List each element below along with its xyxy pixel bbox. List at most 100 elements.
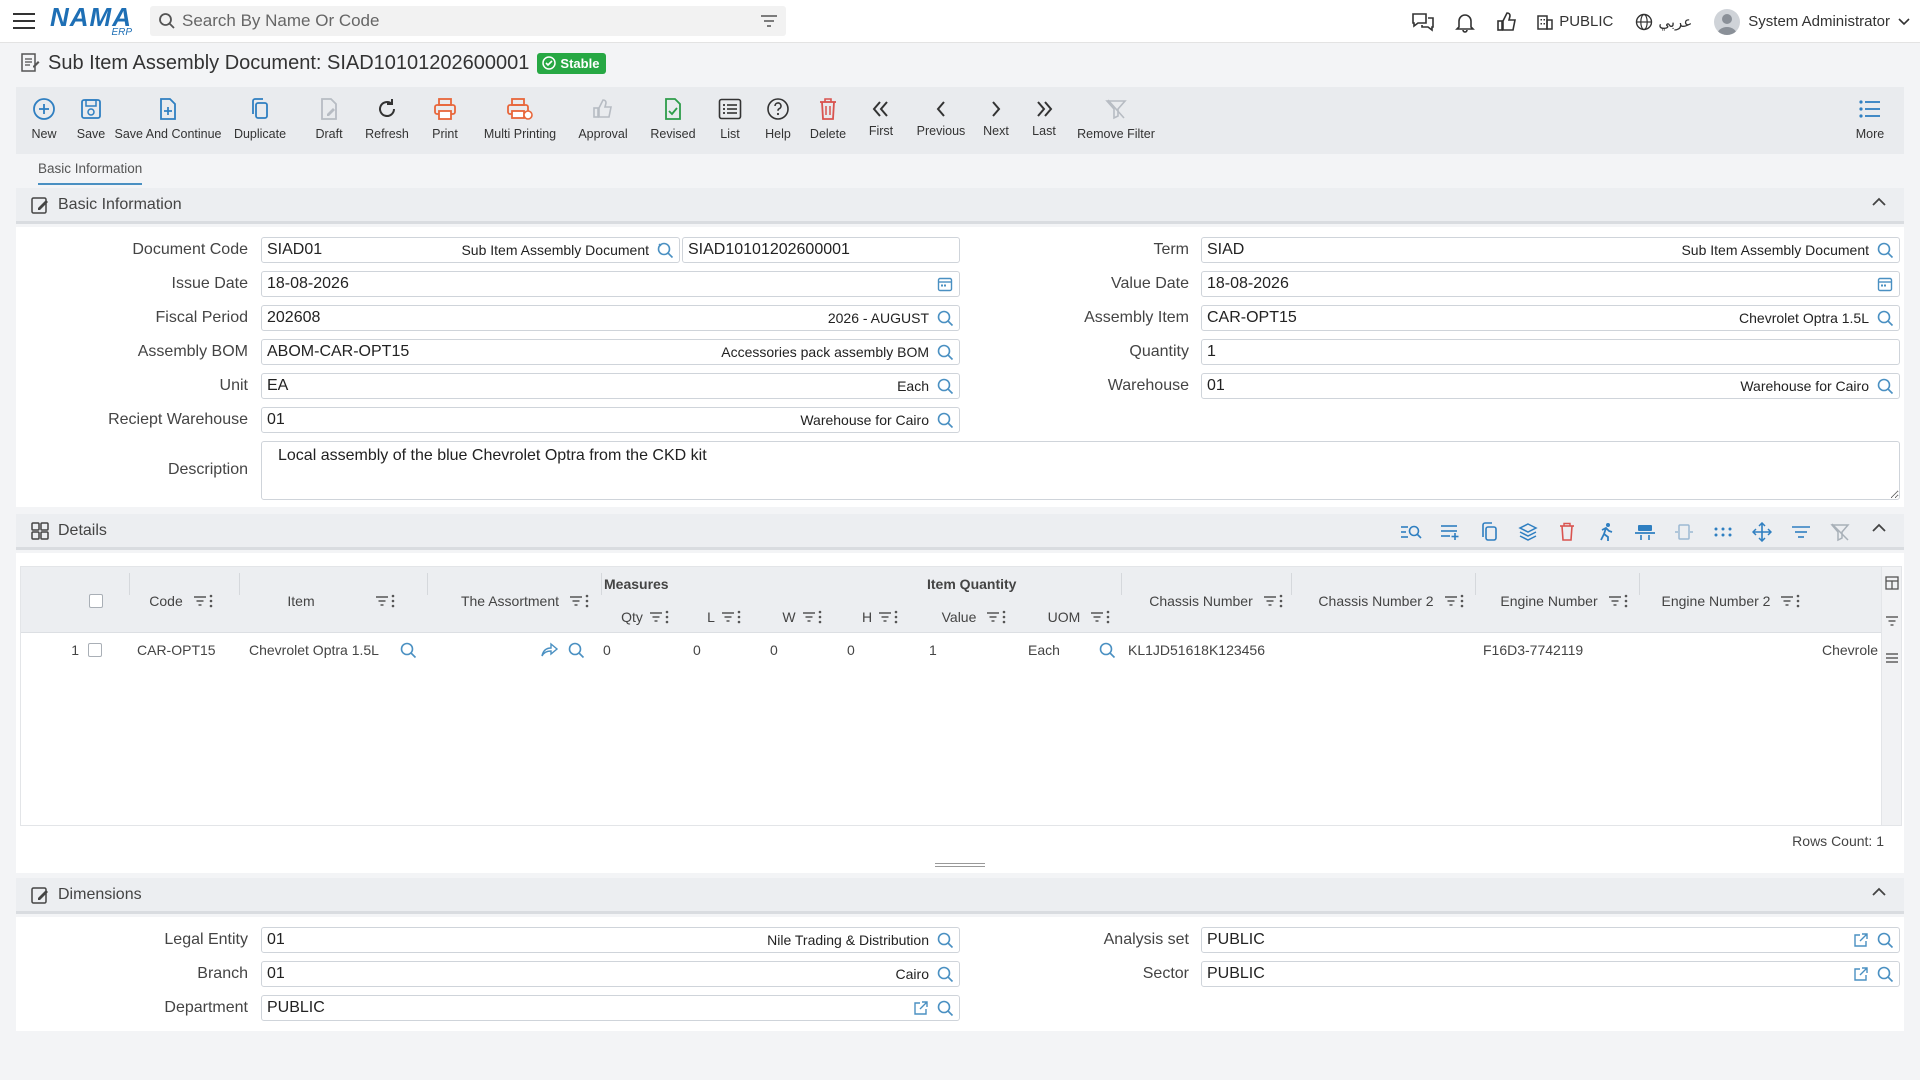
cell-engine-number-2[interactable] [1651, 634, 1811, 665]
calendar-icon[interactable] [1875, 274, 1895, 294]
remove-filter-button[interactable]: Remove Filter [1070, 87, 1162, 154]
thumbs-up-icon[interactable] [1494, 9, 1520, 35]
lookup-search-icon[interactable] [935, 376, 955, 396]
user-menu[interactable]: System Administrator [1714, 8, 1910, 35]
calendar-icon[interactable] [935, 274, 955, 294]
lookup-search-icon[interactable] [935, 964, 955, 984]
column-header-h[interactable]: H [841, 600, 919, 633]
resize-handle[interactable] [935, 861, 985, 869]
lookup-search-icon[interactable] [399, 641, 417, 659]
receipt-warehouse-field[interactable]: 01 Warehouse for Cairo [261, 407, 960, 433]
lookup-search-icon[interactable] [1875, 240, 1895, 260]
lookup-search-icon[interactable] [567, 641, 585, 659]
add-row-icon[interactable] [1438, 520, 1462, 544]
basic-information-header[interactable]: Basic Information [16, 188, 1904, 224]
select-all-checkbox[interactable] [81, 584, 111, 617]
column-header-value[interactable]: Value [919, 600, 1029, 633]
external-link-icon[interactable] [1851, 930, 1871, 950]
cell-assortment[interactable] [541, 634, 611, 665]
lookup-search-icon[interactable] [1875, 930, 1895, 950]
search-input[interactable] [176, 11, 760, 31]
multi-printing-button[interactable]: Multi Printing [474, 87, 566, 154]
refresh-button[interactable]: Refresh [358, 87, 416, 154]
bell-icon[interactable] [1452, 9, 1478, 35]
cell-uom[interactable]: Each [1028, 634, 1132, 665]
quantity-field[interactable]: 1 [1201, 339, 1900, 365]
lookup-search-icon[interactable] [1098, 641, 1116, 659]
chat-icon[interactable] [1410, 9, 1436, 35]
next-button[interactable]: Next [974, 87, 1018, 154]
move-icon[interactable] [1750, 520, 1774, 544]
first-button[interactable]: First [854, 87, 908, 154]
unit-field[interactable]: EA Each [261, 373, 960, 399]
branch-field[interactable]: 01 Cairo [261, 961, 960, 987]
assembly-item-field[interactable]: CAR-OPT15 Chevrolet Optra 1.5L [1201, 305, 1900, 331]
lookup-search-icon[interactable] [935, 998, 955, 1018]
dimensions-header[interactable]: Dimensions [16, 878, 1904, 914]
draft-button[interactable]: Draft [300, 87, 358, 154]
save-button[interactable]: Save [66, 87, 116, 154]
more-button[interactable]: More [1850, 87, 1890, 154]
value-date-field[interactable]: 18-08-2026 [1201, 271, 1900, 297]
hamburger-menu-icon[interactable] [12, 9, 36, 33]
document-number-field[interactable]: SIAD10101202600001 [682, 237, 960, 263]
assembly-bom-field[interactable]: ABOM-CAR-OPT15 Accessories pack assembly… [261, 339, 960, 365]
column-header-w[interactable]: W [763, 600, 841, 633]
table-row[interactable]: 1 CAR-OPT15 Chevrolet Optra 1.5L 0 0 0 0… [21, 634, 1883, 665]
warehouse-field[interactable]: 01 Warehouse for Cairo [1201, 373, 1900, 399]
external-link-icon[interactable] [911, 998, 931, 1018]
dots-grid-icon[interactable] [1711, 520, 1735, 544]
last-button[interactable]: Last [1018, 87, 1070, 154]
column-header-code[interactable]: Code [121, 584, 241, 617]
trash-icon[interactable] [1555, 520, 1579, 544]
previous-button[interactable]: Previous [908, 87, 974, 154]
lookup-search-icon[interactable] [1875, 376, 1895, 396]
column-width-icon[interactable] [1672, 520, 1696, 544]
column-header-item[interactable]: Item [241, 584, 441, 617]
column-header-chassis-number[interactable]: Chassis Number [1131, 584, 1301, 617]
lookup-search-icon[interactable] [935, 342, 955, 362]
language-selector[interactable]: عربي [1635, 13, 1692, 31]
columns-icon[interactable] [1885, 576, 1899, 590]
row-checkbox[interactable] [88, 634, 102, 665]
column-header-assortment[interactable]: The Assortment [441, 584, 609, 617]
column-header-engine-number[interactable]: Engine Number [1481, 584, 1647, 617]
delete-button[interactable]: Delete [802, 87, 854, 154]
filter-icon[interactable] [760, 14, 778, 28]
approval-button[interactable]: Approval [566, 87, 640, 154]
share-icon[interactable] [541, 642, 559, 658]
details-header[interactable]: Details [16, 514, 1904, 550]
tab-basic-information[interactable]: Basic Information [38, 161, 143, 185]
lookup-search-icon[interactable] [935, 308, 955, 328]
legal-entity-field[interactable]: 01 Nile Trading & Distribution [261, 927, 960, 953]
list-button[interactable]: List [706, 87, 754, 154]
save-and-continue-button[interactable]: Save And Continue [114, 87, 222, 154]
chevron-up-icon[interactable] [1872, 523, 1886, 533]
lookup-search-icon[interactable] [935, 410, 955, 430]
filter-lines-icon[interactable] [1789, 520, 1813, 544]
cell-w[interactable]: 0 [770, 634, 830, 665]
column-header-qty[interactable]: Qty [605, 600, 685, 633]
chevron-up-icon[interactable] [1872, 197, 1886, 207]
term-field[interactable]: SIAD Sub Item Assembly Document [1201, 237, 1900, 263]
copy-row-icon[interactable] [1477, 520, 1501, 544]
filter-off-icon[interactable] [1828, 520, 1852, 544]
cell-value[interactable]: 1 [929, 634, 989, 665]
issue-date-field[interactable]: 18-08-2026 [261, 271, 960, 297]
search-list-icon[interactable] [1399, 520, 1423, 544]
lookup-search-icon[interactable] [1875, 964, 1895, 984]
help-button[interactable]: Help [754, 87, 802, 154]
description-textarea[interactable]: Local assembly of the blue Chevrolet Opt… [261, 441, 1900, 500]
cell-chassis-number[interactable]: KL1JD51618K123456 [1128, 634, 1298, 665]
fiscal-period-field[interactable]: 202608 2026 - AUGUST [261, 305, 960, 331]
column-header-l[interactable]: L [685, 600, 763, 633]
document-code-field[interactable]: SIAD01 Sub Item Assembly Document [261, 237, 680, 263]
external-link-icon[interactable] [1851, 964, 1871, 984]
analysis-selector[interactable]: PUBLIC [1536, 13, 1613, 31]
run-icon[interactable] [1594, 520, 1618, 544]
duplicate-button[interactable]: Duplicate [220, 87, 300, 154]
analysis-set-field[interactable]: PUBLIC [1201, 927, 1900, 953]
filter-icon[interactable] [1885, 615, 1899, 627]
lookup-search-icon[interactable] [655, 240, 675, 260]
cell-qty[interactable]: 0 [603, 634, 663, 665]
